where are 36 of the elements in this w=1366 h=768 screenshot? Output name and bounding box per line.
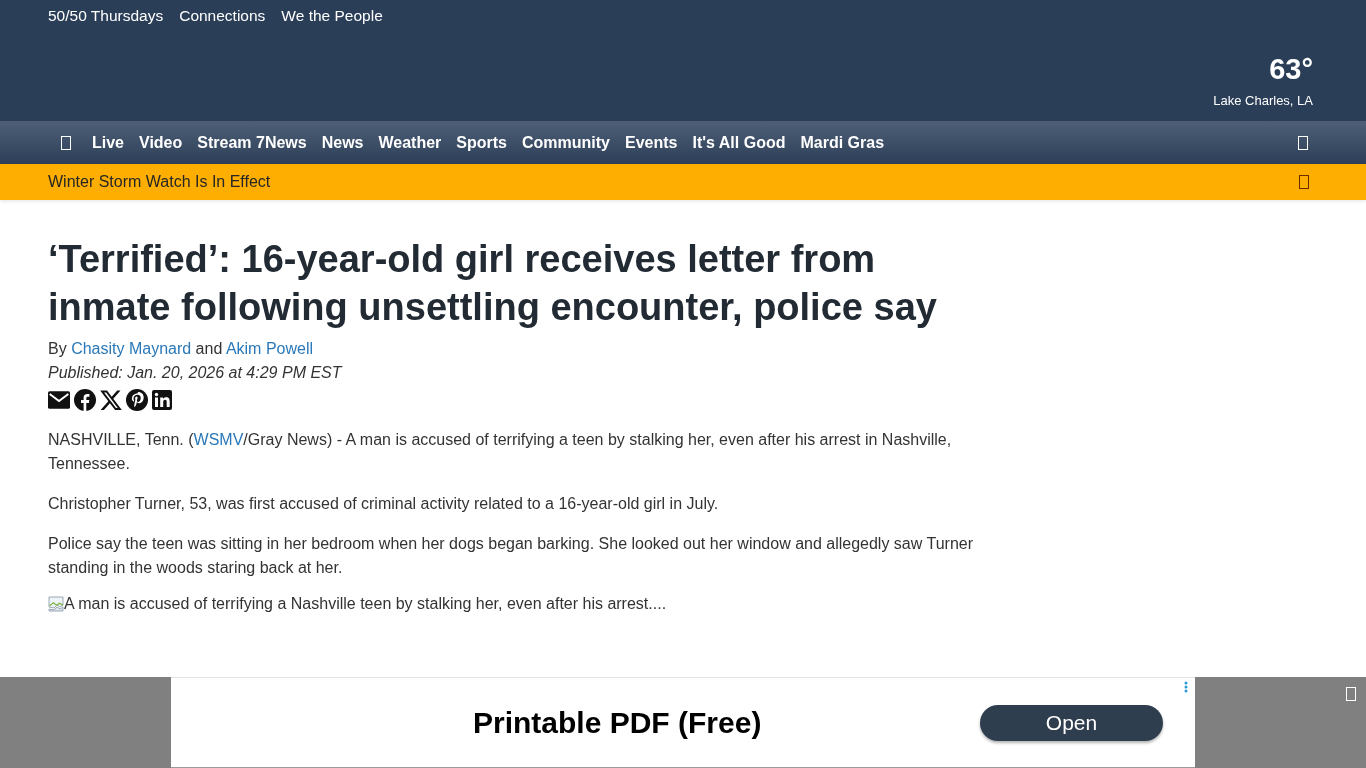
nav-link[interactable]: Events	[625, 132, 678, 153]
location-text[interactable]: Lake Charles, LA	[1213, 92, 1313, 110]
nav-link[interactable]: Live	[92, 132, 124, 153]
source-link[interactable]: WSMV	[193, 431, 244, 448]
nav-link[interactable]: It's All Good	[692, 132, 786, 153]
temperature-text[interactable]: 63°	[1269, 52, 1313, 86]
x-logo-icon[interactable]	[100, 390, 122, 410]
pinterest-icon[interactable]	[126, 389, 148, 411]
nav-link[interactable]: Video	[139, 132, 183, 153]
top-link[interactable]: Connections	[179, 6, 266, 26]
image-alt-text: A man is accused of terrifying a Nashville teen by stalking her, even after his arrest....	[64, 594, 667, 614]
linkedin-icon[interactable]	[152, 390, 172, 410]
article-paragraph: NASHVILLE, Tenn. (WSMV/Gray News) - A man is accused of terrifying a teen by stalking her, even after his arrest in Nashville, Tennessee.	[48, 430, 953, 474]
ad-headline: Printable PDF (Free)	[473, 704, 762, 741]
missing-glyph-icon[interactable]	[1299, 175, 1309, 189]
open-button[interactable]: Open	[980, 704, 1163, 741]
alert-link[interactable]: Winter Storm Watch Is In Effect	[48, 172, 271, 192]
author-link[interactable]: Akim Powell	[225, 340, 313, 357]
nav-link[interactable]: Weather	[378, 132, 442, 153]
nav-link[interactable]: Stream 7News	[197, 132, 307, 153]
nav-link[interactable]: Community	[522, 132, 610, 153]
top-link[interactable]: 50/50 Thursdays	[48, 6, 164, 26]
nav-link[interactable]: Sports	[456, 132, 507, 153]
author-link[interactable]: Chasity Maynard	[71, 340, 192, 357]
top-link[interactable]: We the People	[281, 6, 383, 26]
article-paragraph: Christopher Turner, 53, was first accused of criminal activity related to a 16-year-old girl in July.	[48, 494, 720, 514]
byline-text: By Chasity Maynard and Akim Powell	[48, 339, 314, 359]
article-paragraph: Police say the teen was sitting in her bedroom when her dogs began barking. She looked out her window and allegedly saw Turner standing in the woods staring back at her.	[48, 534, 974, 578]
nav-link[interactable]: News	[321, 132, 364, 153]
broken-image-icon	[48, 596, 64, 612]
nav-link[interactable]: Mardi Gras	[800, 132, 885, 153]
vertical-dots-icon[interactable]	[1184, 681, 1188, 693]
article-headline: ‘Terrified’: 16-year-old girl receives letter from inmate following unsettling encounter, police say	[48, 237, 938, 330]
facebook-icon[interactable]	[74, 389, 96, 411]
published-date: Published: Jan. 20, 2026 at 4:29 PM EST	[48, 363, 344, 383]
email-icon[interactable]	[48, 391, 70, 409]
